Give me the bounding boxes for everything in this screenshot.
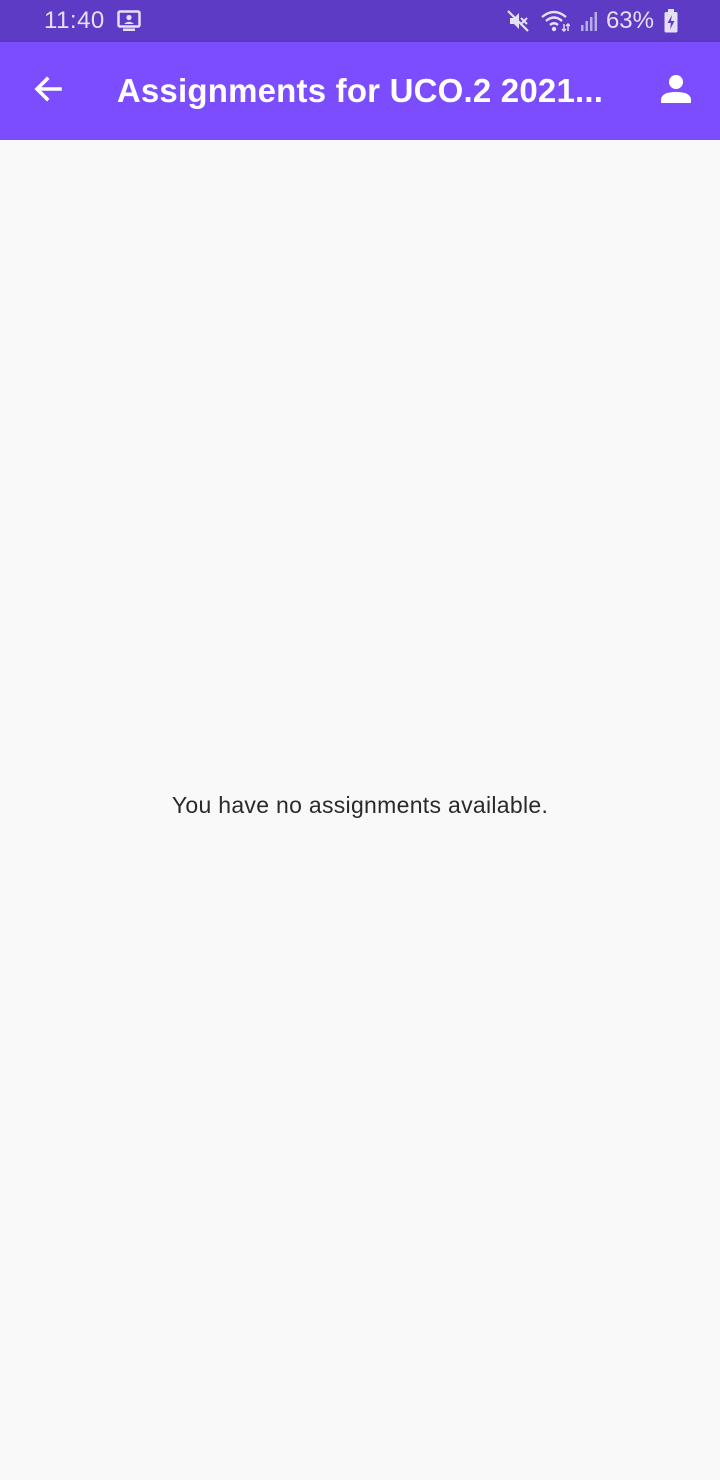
status-time: 11:40 bbox=[44, 7, 105, 34]
profile-button[interactable] bbox=[652, 67, 700, 115]
signal-icon bbox=[580, 10, 600, 32]
back-button[interactable] bbox=[24, 67, 72, 115]
app-bar: Assignments for UCO.2 2021... bbox=[0, 42, 720, 140]
status-bar-left: 11:40 bbox=[44, 7, 141, 35]
status-bar-right: 63% bbox=[496, 7, 678, 35]
arrow-back-icon bbox=[32, 73, 64, 110]
wifi-icon bbox=[540, 9, 570, 33]
empty-state-message: You have no assignments available. bbox=[171, 792, 549, 818]
battery-charging-icon bbox=[664, 9, 678, 33]
person-icon bbox=[660, 73, 692, 110]
mute-icon bbox=[506, 9, 530, 33]
screen-cast-icon bbox=[117, 10, 141, 32]
assignments-list-area: You have no assignments available. bbox=[0, 140, 720, 1480]
battery-percent: 63% bbox=[605, 7, 654, 34]
status-bar: 11:40 63% bbox=[0, 0, 720, 42]
page-title: Assignments for UCO.2 2021... bbox=[116, 72, 604, 109]
